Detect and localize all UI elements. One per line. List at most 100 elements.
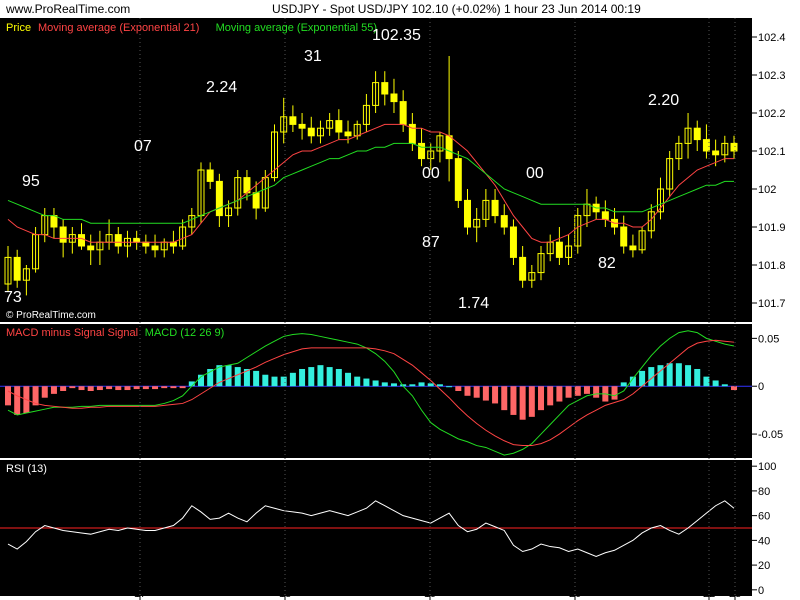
rsi-tick-label: 80	[758, 486, 770, 498]
symbol-info: USDJPY - Spot USD/JPY 102.10 (+0.02%) 1 …	[272, 2, 641, 16]
macd-histogram-bar	[354, 376, 361, 387]
price-annotation: 2.24	[206, 79, 237, 96]
price-annotation: 00	[422, 165, 440, 182]
macd-histogram-bar	[234, 367, 241, 387]
macd-histogram-bar	[271, 376, 278, 387]
macd-panel[interactable]	[0, 324, 752, 458]
x-tick-label: 18	[279, 588, 291, 600]
macd-histogram-bar	[418, 382, 425, 387]
macd-tick-label: -0.05	[758, 429, 783, 441]
price-annotation: 102.35	[372, 27, 421, 44]
macd-histogram-bar	[694, 368, 701, 387]
trading-chart[interactable]: 102.4 102.3 102.2 102.1 102 101.9 101.8 101.7 Pr…	[0, 18, 800, 600]
candle-body	[344, 131, 352, 137]
price-tick-label: 102	[758, 184, 776, 196]
macd-histogram-bar	[345, 372, 352, 387]
rsi-tick-label: 20	[758, 560, 770, 572]
macd-histogram-bar	[519, 386, 526, 420]
macd-histogram-bar	[464, 386, 471, 396]
macd-tick-label: 0	[758, 381, 764, 393]
macd-histogram-bar	[666, 363, 673, 387]
macd-histogram-bar	[390, 383, 397, 387]
macd-histogram-bar	[712, 380, 719, 387]
candle-body	[298, 123, 306, 129]
candle-body	[445, 135, 453, 160]
candle-body	[399, 101, 407, 125]
macd-histogram-bar	[225, 365, 232, 387]
macd-histogram-bar	[124, 386, 131, 391]
candle-body	[509, 226, 517, 258]
candle-body	[454, 158, 462, 201]
macd-histogram-bar	[5, 386, 11, 406]
price-panel[interactable]	[0, 18, 752, 322]
x-tick-label: 23	[729, 588, 741, 600]
candle-body	[13, 256, 21, 281]
macd-histogram-bar	[547, 386, 554, 406]
candle-body	[712, 150, 720, 156]
price-annotation: 00	[526, 165, 544, 182]
macd-histogram-bar	[510, 386, 517, 415]
price-tick-label: 101.8	[758, 260, 786, 272]
macd-histogram-bar	[731, 386, 737, 391]
macd-histogram-bar	[620, 382, 627, 387]
x-tick-label: 22	[703, 588, 715, 600]
price-annotation: 95	[22, 173, 40, 190]
watermark: © ProRealTime.com	[6, 310, 96, 321]
chart-header: www.ProRealTime.com USDJPY - Spot USD/JP…	[0, 0, 800, 18]
macd-histogram-bar	[685, 365, 692, 387]
macd-histogram-bar	[308, 367, 315, 387]
candle-body	[390, 93, 398, 103]
macd-histogram-bar	[161, 386, 168, 389]
candle-body	[59, 226, 67, 243]
price-annotation: 73	[4, 289, 22, 306]
candle-body	[620, 226, 628, 247]
macd-histogram-bar	[14, 386, 21, 415]
x-tick-label: 20	[569, 588, 581, 600]
macd-histogram-bar	[363, 378, 370, 387]
rsi-tick-label: 100	[758, 461, 776, 473]
macd-histogram-bar	[611, 386, 618, 400]
candle-body	[252, 192, 260, 209]
macd-histogram-bar	[409, 384, 416, 387]
macd-histogram-bar	[492, 386, 499, 404]
macd-histogram-bar	[262, 374, 269, 387]
macd-histogram-bar	[501, 386, 508, 411]
macd-histogram-bar	[556, 386, 563, 402]
rsi-tick-label: 0	[758, 585, 764, 597]
price-tick-label: 102.1	[758, 146, 786, 158]
macd-tick-label: 0.05	[758, 333, 779, 345]
macd-histogram-bar	[317, 365, 324, 387]
macd-histogram-bar	[657, 365, 664, 387]
macd-histogram-bar	[280, 376, 287, 387]
price-annotation: 82	[598, 255, 616, 272]
candle-body	[78, 234, 86, 247]
price-legend-item: Moving average (Exponential 55)	[216, 22, 377, 34]
macd-histogram-bar	[574, 386, 581, 396]
macd-histogram-bar	[106, 386, 113, 390]
macd-histogram-bar	[78, 386, 85, 391]
macd-histogram-bar	[50, 386, 57, 394]
macd-legend-item: MACD minus Signal Signal	[6, 327, 138, 339]
candle-body	[307, 127, 315, 137]
macd-histogram-bar	[721, 384, 728, 387]
macd-histogram-bar	[299, 368, 306, 387]
candle-body	[289, 116, 297, 125]
macd-histogram-bar	[142, 386, 149, 390]
candle-body	[215, 180, 223, 217]
rsi-tick-label: 40	[758, 535, 770, 547]
macd-histogram-bar	[455, 386, 462, 391]
macd-histogram-bar	[133, 386, 140, 390]
macd-histogram-bar	[473, 386, 480, 398]
price-annotation: 07	[134, 138, 152, 155]
macd-histogram-bar	[60, 386, 67, 391]
candle-body	[500, 215, 508, 228]
price-annotation: 31	[304, 48, 322, 65]
macd-histogram-bar	[253, 370, 260, 387]
candle-body	[142, 241, 150, 247]
candle-body	[418, 142, 426, 160]
macd-histogram-bar	[179, 386, 186, 389]
candle-body	[601, 211, 609, 220]
price-tick-label: 102.3	[758, 70, 786, 82]
macd-histogram-bar	[427, 383, 434, 387]
macd-histogram-bar	[69, 386, 76, 389]
